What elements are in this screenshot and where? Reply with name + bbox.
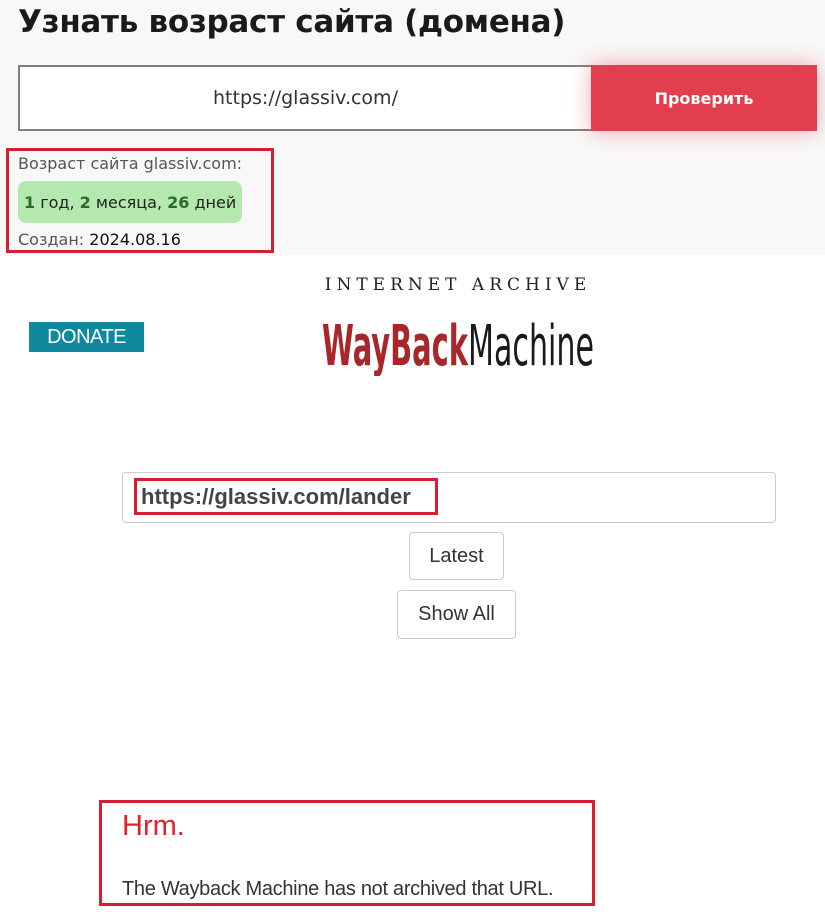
domain-check-form: Проверить bbox=[18, 65, 817, 131]
site-age-label: Возраст сайта glassiv.com: bbox=[18, 154, 243, 173]
age-years-number: 1 bbox=[24, 192, 36, 212]
error-message: The Wayback Machine has not archived tha… bbox=[122, 878, 554, 900]
created-date-row: Создан: 2024.08.16 bbox=[18, 230, 181, 249]
donate-button[interactable]: DONATE bbox=[29, 322, 144, 352]
logo-machine-word: Machine bbox=[468, 314, 594, 376]
wayback-search-value: https://glassiv.com/lander bbox=[141, 484, 411, 509]
check-button[interactable]: Проверить bbox=[591, 65, 817, 131]
latest-button[interactable]: Latest bbox=[409, 532, 504, 580]
age-years-word: год, bbox=[40, 192, 75, 212]
age-months-number: 2 bbox=[79, 192, 91, 212]
page-title: Узнать возраст сайта (домена) bbox=[18, 4, 566, 40]
logo-wayback-word: WayBack bbox=[322, 314, 469, 376]
error-title: Hrm. bbox=[122, 810, 185, 842]
internet-archive-logo[interactable]: INTERNET ARCHIVE WayBack Machine bbox=[322, 272, 594, 376]
age-days-word: дней bbox=[194, 192, 237, 212]
created-label: Создан: bbox=[18, 230, 85, 249]
site-age-badge: 1 год, 2 месяца, 26 дней bbox=[18, 181, 243, 223]
domain-input[interactable] bbox=[18, 65, 591, 131]
age-days-number: 26 bbox=[167, 192, 190, 212]
logo-top-text: INTERNET ARCHIVE bbox=[325, 275, 591, 295]
age-months-word: месяца, bbox=[95, 192, 163, 212]
created-date: 2024.08.16 bbox=[89, 230, 181, 249]
show-all-button[interactable]: Show All bbox=[397, 590, 516, 639]
